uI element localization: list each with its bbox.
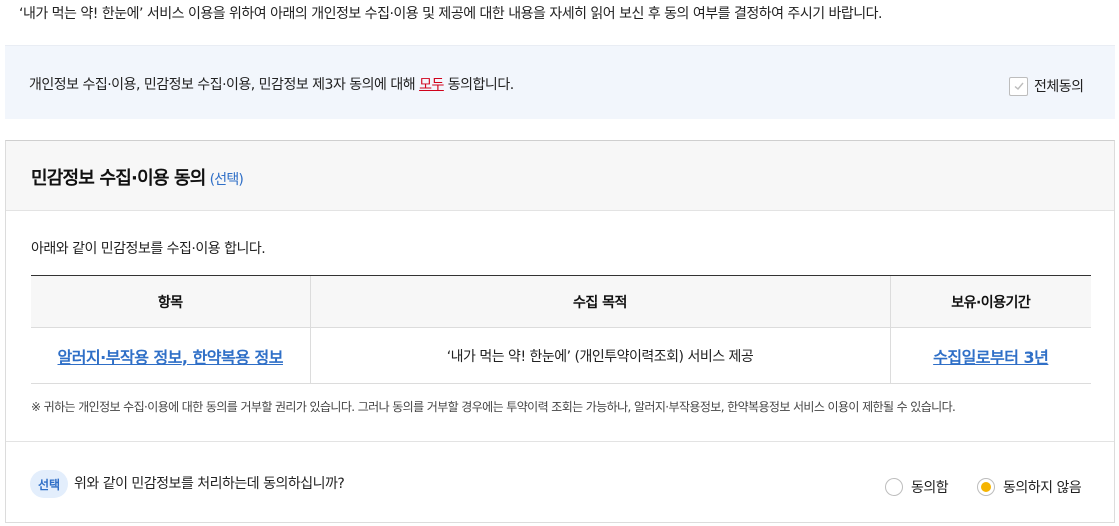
optional-badge: 선택: [30, 470, 68, 498]
optional-tag: (선택): [209, 172, 244, 188]
consent-question-row: 선택 위와 같이 민감정보를 처리하는데 동의하십니까? 동의함 동의하지 않음: [6, 441, 1114, 523]
all-agree-panel: 개인정보 수집·이용, 민감정보 수집·이용, 민감정보 제3자 동의에 대해 …: [5, 45, 1115, 119]
table-cell-period: 수집일로부터 3년: [889, 327, 1091, 384]
radio-disagree-label[interactable]: 동의하지 않음: [1003, 477, 1082, 497]
radio-agree-circle[interactable]: [885, 478, 903, 496]
radio-agree-label[interactable]: 동의함: [911, 477, 949, 497]
collection-table: 항목 수집 목적 보유·이용기간 알러지·부작용 정보, 한약복용 정보 ‘내가…: [31, 275, 1091, 384]
checkmark-icon[interactable]: [1009, 76, 1028, 96]
table-row: 알러지·부작용 정보, 한약복용 정보 ‘내가 먹는 약! 한눈에’ (개인투약…: [31, 327, 1091, 384]
all-agree-text-after: 동의합니다.: [443, 77, 514, 93]
table-header-purpose: 수집 목적: [309, 275, 890, 328]
table-header-item: 항목: [31, 275, 310, 328]
table-header-period: 보유·이용기간: [889, 275, 1091, 328]
table-cell-item: 알러지·부작용 정보, 한약복용 정보: [31, 327, 310, 384]
section-header: 민감정보 수집·이용 동의 (선택): [6, 141, 1114, 211]
all-agree-label[interactable]: 전체동의: [1034, 76, 1084, 96]
refusal-notice: ※ 귀하는 개인정보 수집·이용에 대한 동의를 거부할 권리가 있습니다. 그…: [31, 400, 956, 414]
all-agree-text: 개인정보 수집·이용, 민감정보 수집·이용, 민감정보 제3자 동의에 대해 …: [29, 74, 514, 94]
item-link[interactable]: 알러지·부작용 정보, 한약복용 정보: [58, 348, 284, 367]
table-header-row: 항목 수집 목적 보유·이용기간: [31, 275, 1091, 328]
all-agree-text-before: 개인정보 수집·이용, 민감정보 수집·이용, 민감정보 제3자 동의에 대해: [29, 77, 420, 93]
intro-text: ‘내가 먹는 약! 한눈에’ 서비스 이용을 위하여 아래의 개인정보 수집·이…: [19, 6, 883, 22]
sensitive-info-consent-section: 민감정보 수집·이용 동의 (선택) 아래와 같이 민감정보를 수집·이용 합니다…: [5, 140, 1115, 523]
section-title-text: 민감정보 수집·이용 동의: [31, 168, 206, 189]
section-description: 아래와 같이 민감정보를 수집·이용 합니다.: [31, 241, 266, 257]
section-title: 민감정보 수집·이용 동의 (선택): [31, 164, 244, 190]
radio-disagree[interactable]: 동의하지 않음: [977, 477, 1082, 497]
all-agree-highlight: 모두: [419, 77, 444, 93]
consent-question: 위와 같이 민감정보를 처리하는데 동의하십니까?: [74, 476, 345, 492]
table-cell-purpose: ‘내가 먹는 약! 한눈에’ (개인투약이력조회) 서비스 제공: [309, 327, 890, 384]
radio-disagree-circle[interactable]: [977, 478, 995, 496]
period-link[interactable]: 수집일로부터 3년: [933, 348, 1049, 367]
all-agree-checkbox[interactable]: 전체동의: [1009, 76, 1084, 96]
radio-agree[interactable]: 동의함: [885, 477, 949, 497]
